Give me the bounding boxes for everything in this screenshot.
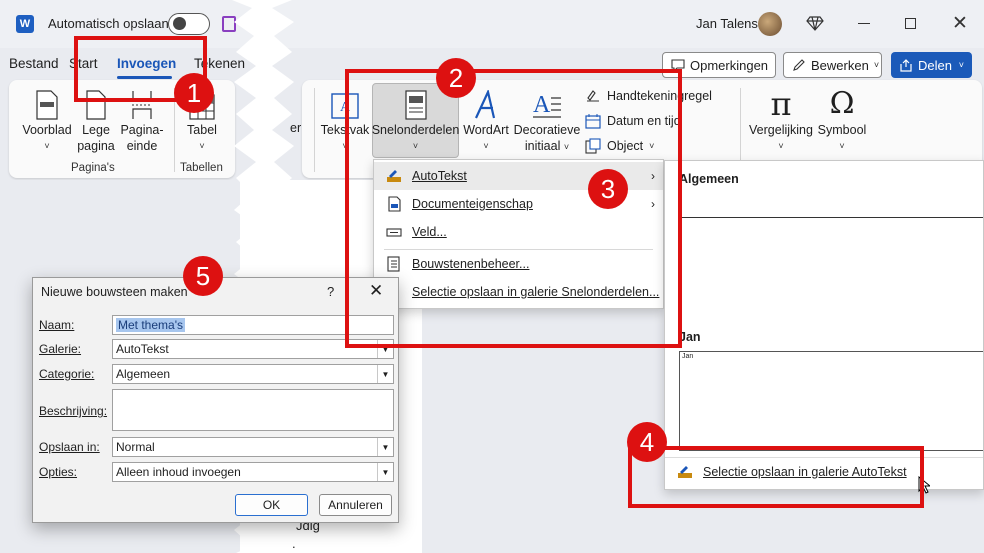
blank-page-label-2: pagina — [77, 139, 115, 153]
diamond-icon[interactable] — [806, 14, 824, 32]
autosave-toggle[interactable] — [168, 13, 210, 35]
table-label: Tabel — [187, 123, 217, 137]
chevron-down-icon: ▼ — [377, 463, 393, 481]
save-in-select[interactable]: Normal ▼ — [112, 437, 394, 457]
close-window-icon[interactable]: ✕ — [952, 12, 968, 35]
minimize-icon[interactable] — [858, 23, 870, 24]
help-button[interactable]: ? — [327, 284, 334, 299]
share-icon — [899, 58, 913, 72]
user-name: Jan Talens — [696, 16, 758, 31]
save-in-value: Normal — [116, 440, 155, 454]
marker-badge-2: 2 — [436, 58, 476, 98]
cancel-button[interactable]: Annuleren — [319, 494, 392, 516]
name-value: Met thema's — [116, 318, 185, 332]
page-break-label-2: einde — [126, 139, 158, 153]
blank-page-label-1: Lege — [82, 123, 110, 137]
equation-label: Vergelijking — [749, 123, 813, 137]
cover-page-button[interactable]: Voorblad ˅ — [20, 86, 74, 154]
equation-button[interactable]: π Vergelijking ˅ — [748, 86, 814, 154]
ok-button[interactable]: OK — [235, 494, 308, 516]
word-logo-icon: W — [16, 15, 34, 33]
gallery-item-preview: Jan — [682, 353, 694, 360]
autotext-gallery: Algemeen Jan Jan Selectie opslaan in gal… — [664, 160, 984, 490]
cover-page-label: Voorblad — [22, 123, 72, 137]
marker-badge-5: 5 — [183, 256, 223, 296]
chevron-down-icon: ˅ — [873, 60, 880, 70]
gallery-value: AutoTekst — [116, 342, 169, 356]
gallery-divider — [679, 217, 983, 218]
category-select[interactable]: Algemeen ▼ — [112, 364, 394, 384]
edit-button[interactable]: Bewerken ˅ — [783, 52, 882, 78]
description-field[interactable] — [112, 389, 394, 431]
cover-page-icon — [35, 86, 59, 120]
gallery-header-jan: Jan — [679, 330, 701, 344]
tables-group-label: Tabellen — [180, 162, 223, 174]
maximize-icon[interactable] — [905, 18, 916, 29]
gallery-item-jan[interactable]: Jan — [679, 351, 983, 451]
marker-box-4 — [628, 446, 924, 508]
name-label: Naam: — [39, 318, 75, 332]
edit-label: Bewerken — [811, 57, 869, 73]
category-value: Algemeen — [116, 367, 171, 381]
options-select[interactable]: Alleen inhoud invoegen ▼ — [112, 462, 394, 482]
chevron-down-icon: ▼ — [377, 365, 393, 383]
description-label: Beschrijving: — [39, 404, 108, 418]
share-button[interactable]: Delen ˅ — [891, 52, 972, 78]
group-divider — [314, 88, 315, 172]
comments-label: Opmerkingen — [690, 57, 769, 73]
symbol-button[interactable]: Ω Symbool ˅ — [815, 86, 869, 154]
options-label: Opties: — [39, 465, 78, 479]
gallery-header-general: Algemeen — [679, 172, 739, 186]
dialog-title: Nieuwe bouwsteen maken — [41, 285, 188, 299]
autosave-label: Automatisch opslaan — [48, 16, 169, 31]
share-label: Delen — [918, 57, 952, 73]
tab-bestand[interactable]: Bestand — [9, 56, 59, 71]
page-break-label-1: Pagina- — [120, 123, 164, 137]
gallery-label: Galerie: — [39, 342, 82, 356]
chevron-down-icon: ˅ — [958, 60, 964, 70]
pencil-icon — [792, 58, 806, 72]
marker-box-2 — [345, 69, 682, 348]
pages-group-label: Pagina's — [71, 162, 115, 174]
avatar[interactable] — [758, 12, 782, 36]
chevron-down-icon: ▼ — [377, 438, 393, 456]
pi-icon: π — [770, 85, 792, 123]
symbol-label: Symbool — [817, 123, 867, 137]
category-label: Categorie: — [39, 367, 95, 381]
marker-badge-3: 3 — [588, 169, 628, 209]
save-in-label: Opslaan in: — [39, 440, 100, 454]
new-building-block-dialog: Nieuwe bouwsteen maken ? ✕ Naam: Met the… — [32, 277, 399, 523]
marker-badge-1: 1 — [174, 73, 214, 113]
omega-icon: Ω — [829, 86, 855, 121]
marker-badge-4: 4 — [627, 422, 667, 462]
options-value: Alleen inhoud invoegen — [116, 465, 241, 479]
